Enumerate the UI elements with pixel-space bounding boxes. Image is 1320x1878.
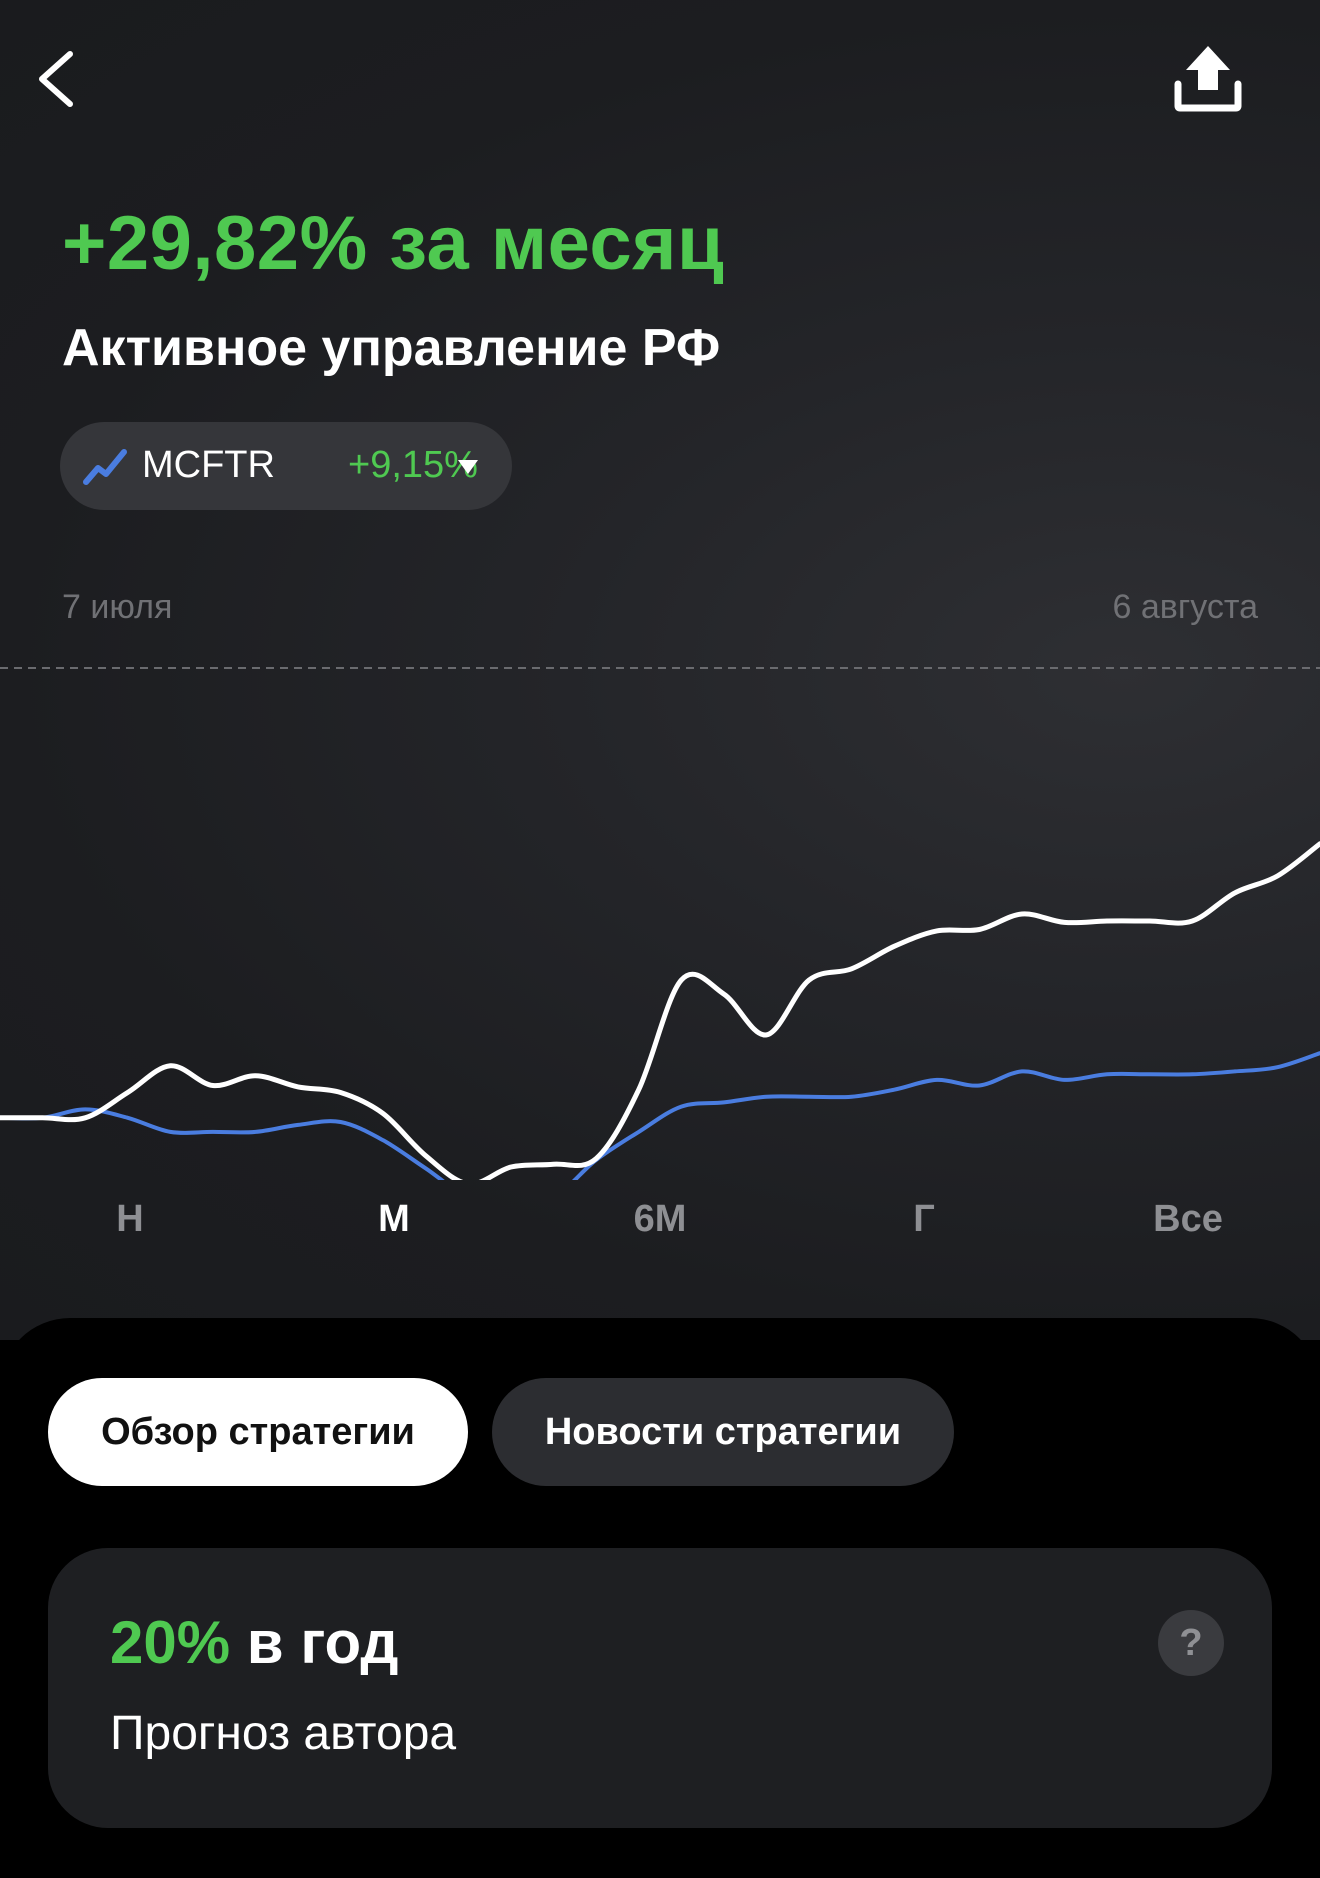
- tab-strategy-overview[interactable]: Обзор стратегии: [48, 1378, 468, 1486]
- forecast-label: Прогноз автора: [110, 1707, 457, 1760]
- chart-end-date: 6 августа: [1112, 588, 1258, 626]
- forecast-card: 20% в год Прогноз автора ?: [48, 1548, 1272, 1828]
- period-option-5[interactable]: Все: [1153, 1198, 1223, 1241]
- benchmark-name: MCFTR: [142, 444, 275, 486]
- benchmark-selector[interactable]: MCFTR +9,15%: [60, 422, 512, 510]
- strategy-series-line: [0, 841, 1320, 1180]
- period-option-1[interactable]: Н: [116, 1198, 143, 1241]
- period-option-2[interactable]: М: [378, 1198, 410, 1241]
- forecast-percent: 20%: [110, 1609, 231, 1676]
- back-button[interactable]: [34, 44, 84, 114]
- forecast-suffix: в год: [230, 1609, 399, 1676]
- period-option-3[interactable]: 6М: [634, 1198, 687, 1241]
- share-upload-icon: [1174, 46, 1242, 112]
- caret-down-icon: [458, 460, 478, 474]
- chevron-left-icon: [39, 51, 73, 107]
- tab-strategy-news[interactable]: Новости стратегии: [492, 1378, 954, 1486]
- period-option-4[interactable]: Г: [913, 1198, 935, 1241]
- strategy-name: Активное управление РФ: [62, 319, 721, 377]
- benchmark-series-line: [0, 1051, 1320, 1180]
- share-button[interactable]: [1172, 44, 1244, 112]
- return-headline: +29,82% за месяц: [62, 201, 725, 286]
- chart-start-date: 7 июля: [62, 588, 173, 626]
- trend-line-icon: [83, 449, 127, 485]
- help-button[interactable]: ?: [1158, 1610, 1224, 1676]
- forecast-value: 20% в год: [110, 1608, 398, 1677]
- performance-chart[interactable]: [0, 660, 1320, 1180]
- period-selector: Н М 6М Г Все: [0, 1198, 1320, 1258]
